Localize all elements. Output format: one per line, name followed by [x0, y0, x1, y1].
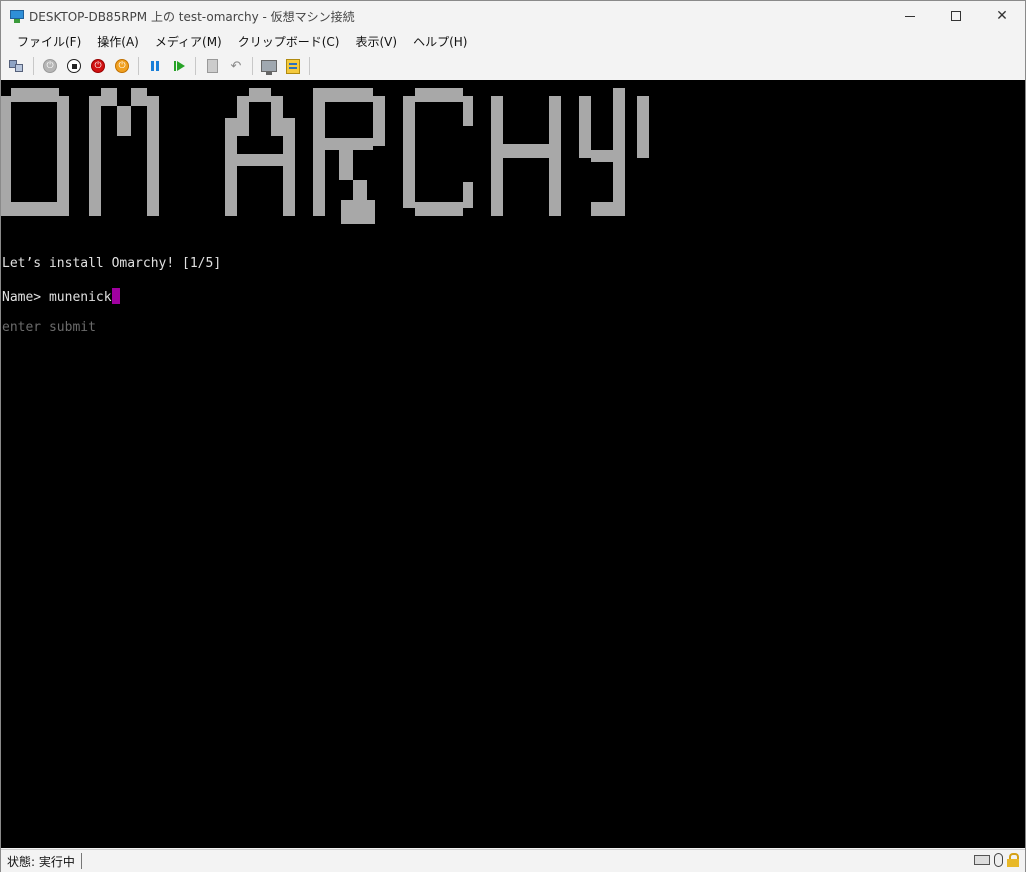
keyboard-icon — [974, 855, 990, 865]
turn-off-icon — [67, 59, 81, 73]
logo-pixel — [225, 118, 237, 216]
pause-icon — [151, 61, 159, 71]
submit-hint: enter submit — [2, 320, 96, 335]
logo-pixel — [463, 182, 473, 208]
logo-pixel — [89, 96, 101, 216]
maximize-icon — [951, 11, 961, 21]
logo-pixel — [591, 150, 613, 162]
logo-pixel — [283, 118, 295, 216]
enhanced-session-icon — [261, 60, 277, 75]
revert-button[interactable]: ↶ — [225, 55, 247, 77]
close-icon: ✕ — [996, 8, 1008, 24]
close-button[interactable]: ✕ — [979, 1, 1025, 31]
logo-pixel — [11, 88, 59, 102]
menu-bar: ファイル(F) 操作(A) メディア(M) クリップボード(C) 表示(V) ヘ… — [1, 31, 1025, 51]
menu-media[interactable]: メディア(M) — [147, 33, 230, 50]
checkpoint-icon — [206, 59, 218, 73]
menu-file[interactable]: ファイル(F) — [9, 33, 89, 50]
vm-connection-window: DESKTOP-DB85RPM 上の test-omarchy - 仮想マシン接… — [0, 0, 1026, 872]
minimize-button[interactable] — [887, 1, 933, 31]
status-text: 状態: 実行中 — [7, 854, 75, 869]
logo-pixel — [1, 96, 11, 216]
logo-pixel — [579, 96, 591, 158]
logo-pixel — [11, 202, 59, 216]
status-separator — [80, 853, 82, 869]
toolbar-separator — [252, 57, 253, 75]
maximize-button[interactable] — [933, 1, 979, 31]
logo-pixel — [131, 88, 147, 106]
logo-pixel — [549, 96, 561, 216]
name-prompt[interactable]: Name> munenick — [2, 288, 120, 305]
window-title: DESKTOP-DB85RPM 上の test-omarchy - 仮想マシン接… — [29, 9, 355, 24]
ctrl-alt-del-icon — [9, 59, 25, 73]
logo-pixel — [249, 88, 271, 102]
menu-action[interactable]: 操作(A) — [89, 33, 147, 50]
logo-pixel — [57, 96, 69, 216]
logo-pixel — [101, 88, 117, 106]
shutdown-button[interactable]: ⏻ — [87, 55, 109, 77]
install-prompt-title: Let’s install Omarchy! [1/5] — [2, 256, 222, 271]
revert-icon: ↶ — [230, 58, 242, 74]
logo-pixel — [463, 96, 473, 126]
checkpoint-button[interactable] — [201, 55, 223, 77]
menu-help[interactable]: ヘルプ(H) — [405, 33, 475, 50]
logo-pixel — [373, 96, 385, 146]
name-input-value[interactable]: munenick — [49, 290, 112, 305]
resume-button[interactable] — [168, 55, 190, 77]
vm-console[interactable]: Let’s install Omarchy! [1/5] Name> munen… — [1, 80, 1025, 848]
enhanced-session-button[interactable] — [258, 55, 280, 77]
logo-pixel — [613, 88, 625, 216]
toolbar-separator — [33, 57, 34, 75]
logo-pixel — [325, 138, 373, 150]
logo-pixel — [591, 202, 613, 216]
logo-pixel — [117, 106, 131, 136]
resume-icon — [173, 61, 185, 71]
toolbar-separator — [195, 57, 196, 75]
status-bar: 状態: 実行中 — [1, 849, 1025, 872]
save-button[interactable]: ⏻ — [111, 55, 133, 77]
logo-pixel — [637, 96, 649, 158]
settings-button[interactable] — [282, 55, 304, 77]
logo-pixel — [271, 96, 283, 136]
text-cursor — [111, 288, 120, 304]
logo-pixel — [147, 96, 159, 216]
window-controls: ✕ — [887, 1, 1025, 31]
start-icon: ⏻ — [43, 59, 57, 73]
logo-pixel — [491, 96, 503, 216]
name-label: Name> — [2, 290, 49, 305]
vm-connection-app-icon — [9, 8, 25, 24]
logo-pixel — [341, 200, 375, 224]
mouse-icon — [994, 853, 1003, 867]
start-button[interactable]: ⏻ — [39, 55, 61, 77]
ctrl-alt-del-button[interactable] — [6, 55, 28, 77]
lock-icon — [1007, 853, 1019, 867]
logo-pixel — [339, 150, 353, 180]
menu-view[interactable]: 表示(V) — [348, 33, 406, 50]
logo-pixel — [403, 96, 415, 208]
turn-off-button[interactable] — [63, 55, 85, 77]
status-icons — [974, 853, 1019, 867]
toolbar-separator — [309, 57, 310, 75]
logo-pixel — [237, 154, 283, 166]
logo-pixel — [237, 96, 249, 136]
title-bar[interactable]: DESKTOP-DB85RPM 上の test-omarchy - 仮想マシン接… — [1, 1, 1025, 31]
logo-pixel — [415, 88, 463, 102]
toolbar-separator — [138, 57, 139, 75]
save-icon: ⏻ — [115, 59, 129, 73]
omarchy-logo — [1, 88, 649, 224]
logo-pixel — [415, 202, 463, 216]
logo-pixel — [325, 88, 373, 102]
shutdown-icon: ⏻ — [91, 59, 105, 73]
logo-pixel — [313, 88, 325, 216]
logo-pixel — [503, 144, 549, 158]
toolbar: ⏻ ⏻ ⏻ ↶ — [1, 53, 1025, 79]
minimize-icon — [905, 15, 915, 17]
pause-button[interactable] — [144, 55, 166, 77]
settings-icon — [286, 58, 300, 74]
menu-clipboard[interactable]: クリップボード(C) — [230, 33, 348, 50]
